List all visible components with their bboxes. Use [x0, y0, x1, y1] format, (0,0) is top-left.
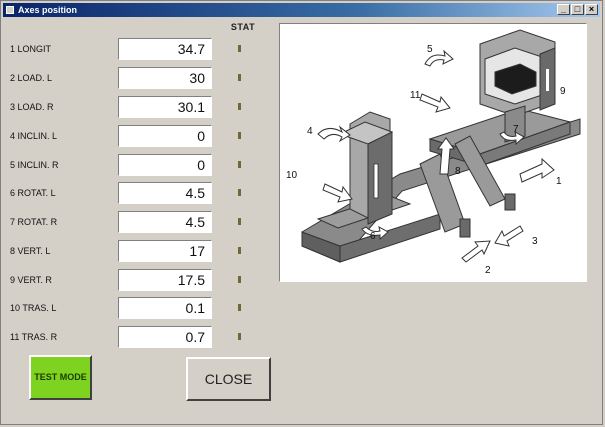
row-stat-indicator [238, 276, 241, 283]
axis-label-9: 9 [560, 86, 566, 97]
axis-label-6: 6 [370, 231, 376, 242]
row-stat-indicator [238, 132, 241, 139]
axis-label-10: 10 [286, 170, 298, 181]
row-stat-indicator [238, 333, 241, 340]
row-stat-indicator [238, 304, 241, 311]
row-value-tras-l[interactable]: 0.1 [118, 297, 212, 319]
row-stat-indicator [238, 161, 241, 168]
machine-illustration: 1 2 3 4 5 6 7 8 9 10 11 [286, 29, 581, 276]
window-title: Axes position [18, 5, 78, 15]
maximize-button[interactable]: □ [571, 4, 584, 15]
row-value-rotat-l[interactable]: 4.5 [118, 182, 212, 204]
row-label-rotat-r: 7 ROTAT. R [10, 217, 58, 227]
axes-position-window: Axes position _ □ × STAT 1 LONGIT 34.7 2… [0, 0, 603, 425]
row-stat-indicator [238, 103, 241, 110]
close-button[interactable]: CLOSE [186, 357, 271, 401]
row-value-load-r[interactable]: 30.1 [118, 96, 212, 118]
row-label-longit: 1 LONGIT [10, 44, 52, 54]
row-label-tras-l: 10 TRAS. L [10, 303, 57, 313]
row-value-tras-r[interactable]: 0.7 [118, 326, 212, 348]
row-stat-indicator [238, 247, 241, 254]
axis-label-11: 11 [410, 90, 421, 101]
row-stat-indicator [238, 45, 241, 52]
minimize-button[interactable]: _ [557, 4, 570, 15]
axis-label-1: 1 [556, 176, 562, 187]
stat-header: STAT [230, 22, 256, 32]
row-label-load-r: 3 LOAD. R [10, 102, 54, 112]
row-value-load-l[interactable]: 30 [118, 67, 212, 89]
row-value-inclin-r[interactable]: 0 [118, 154, 212, 176]
row-label-load-l: 2 LOAD. L [10, 73, 53, 83]
machine-axes-diagram: 1 2 3 4 5 6 7 8 9 10 11 [279, 23, 587, 282]
row-stat-indicator [238, 189, 241, 196]
axis-label-3: 3 [532, 236, 538, 247]
row-label-vert-r: 9 VERT. R [10, 275, 52, 285]
row-label-inclin-l: 4 INCLIN. L [10, 131, 58, 141]
axis-label-5: 5 [427, 44, 433, 55]
row-stat-indicator [238, 74, 241, 81]
axis-label-2: 2 [485, 265, 491, 276]
title-bar[interactable]: Axes position _ □ × [3, 3, 600, 17]
row-value-inclin-l[interactable]: 0 [118, 125, 212, 147]
row-value-vert-l[interactable]: 17 [118, 240, 212, 262]
row-stat-indicator [238, 218, 241, 225]
row-label-tras-r: 11 TRAS. R [10, 332, 58, 342]
close-window-button[interactable]: × [585, 4, 598, 15]
row-value-vert-r[interactable]: 17.5 [118, 269, 212, 291]
axis-label-4: 4 [307, 126, 313, 137]
row-value-longit[interactable]: 34.7 [118, 38, 212, 60]
test-mode-button[interactable]: TEST MODE [29, 355, 92, 400]
axis-label-8: 8 [455, 166, 461, 177]
app-icon [6, 6, 14, 14]
row-label-inclin-r: 5 INCLIN. R [10, 160, 59, 170]
axis-label-7: 7 [513, 124, 519, 135]
row-value-rotat-r[interactable]: 4.5 [118, 211, 212, 233]
row-label-vert-l: 8 VERT. L [10, 246, 51, 256]
row-label-rotat-l: 6 ROTAT. L [10, 188, 56, 198]
